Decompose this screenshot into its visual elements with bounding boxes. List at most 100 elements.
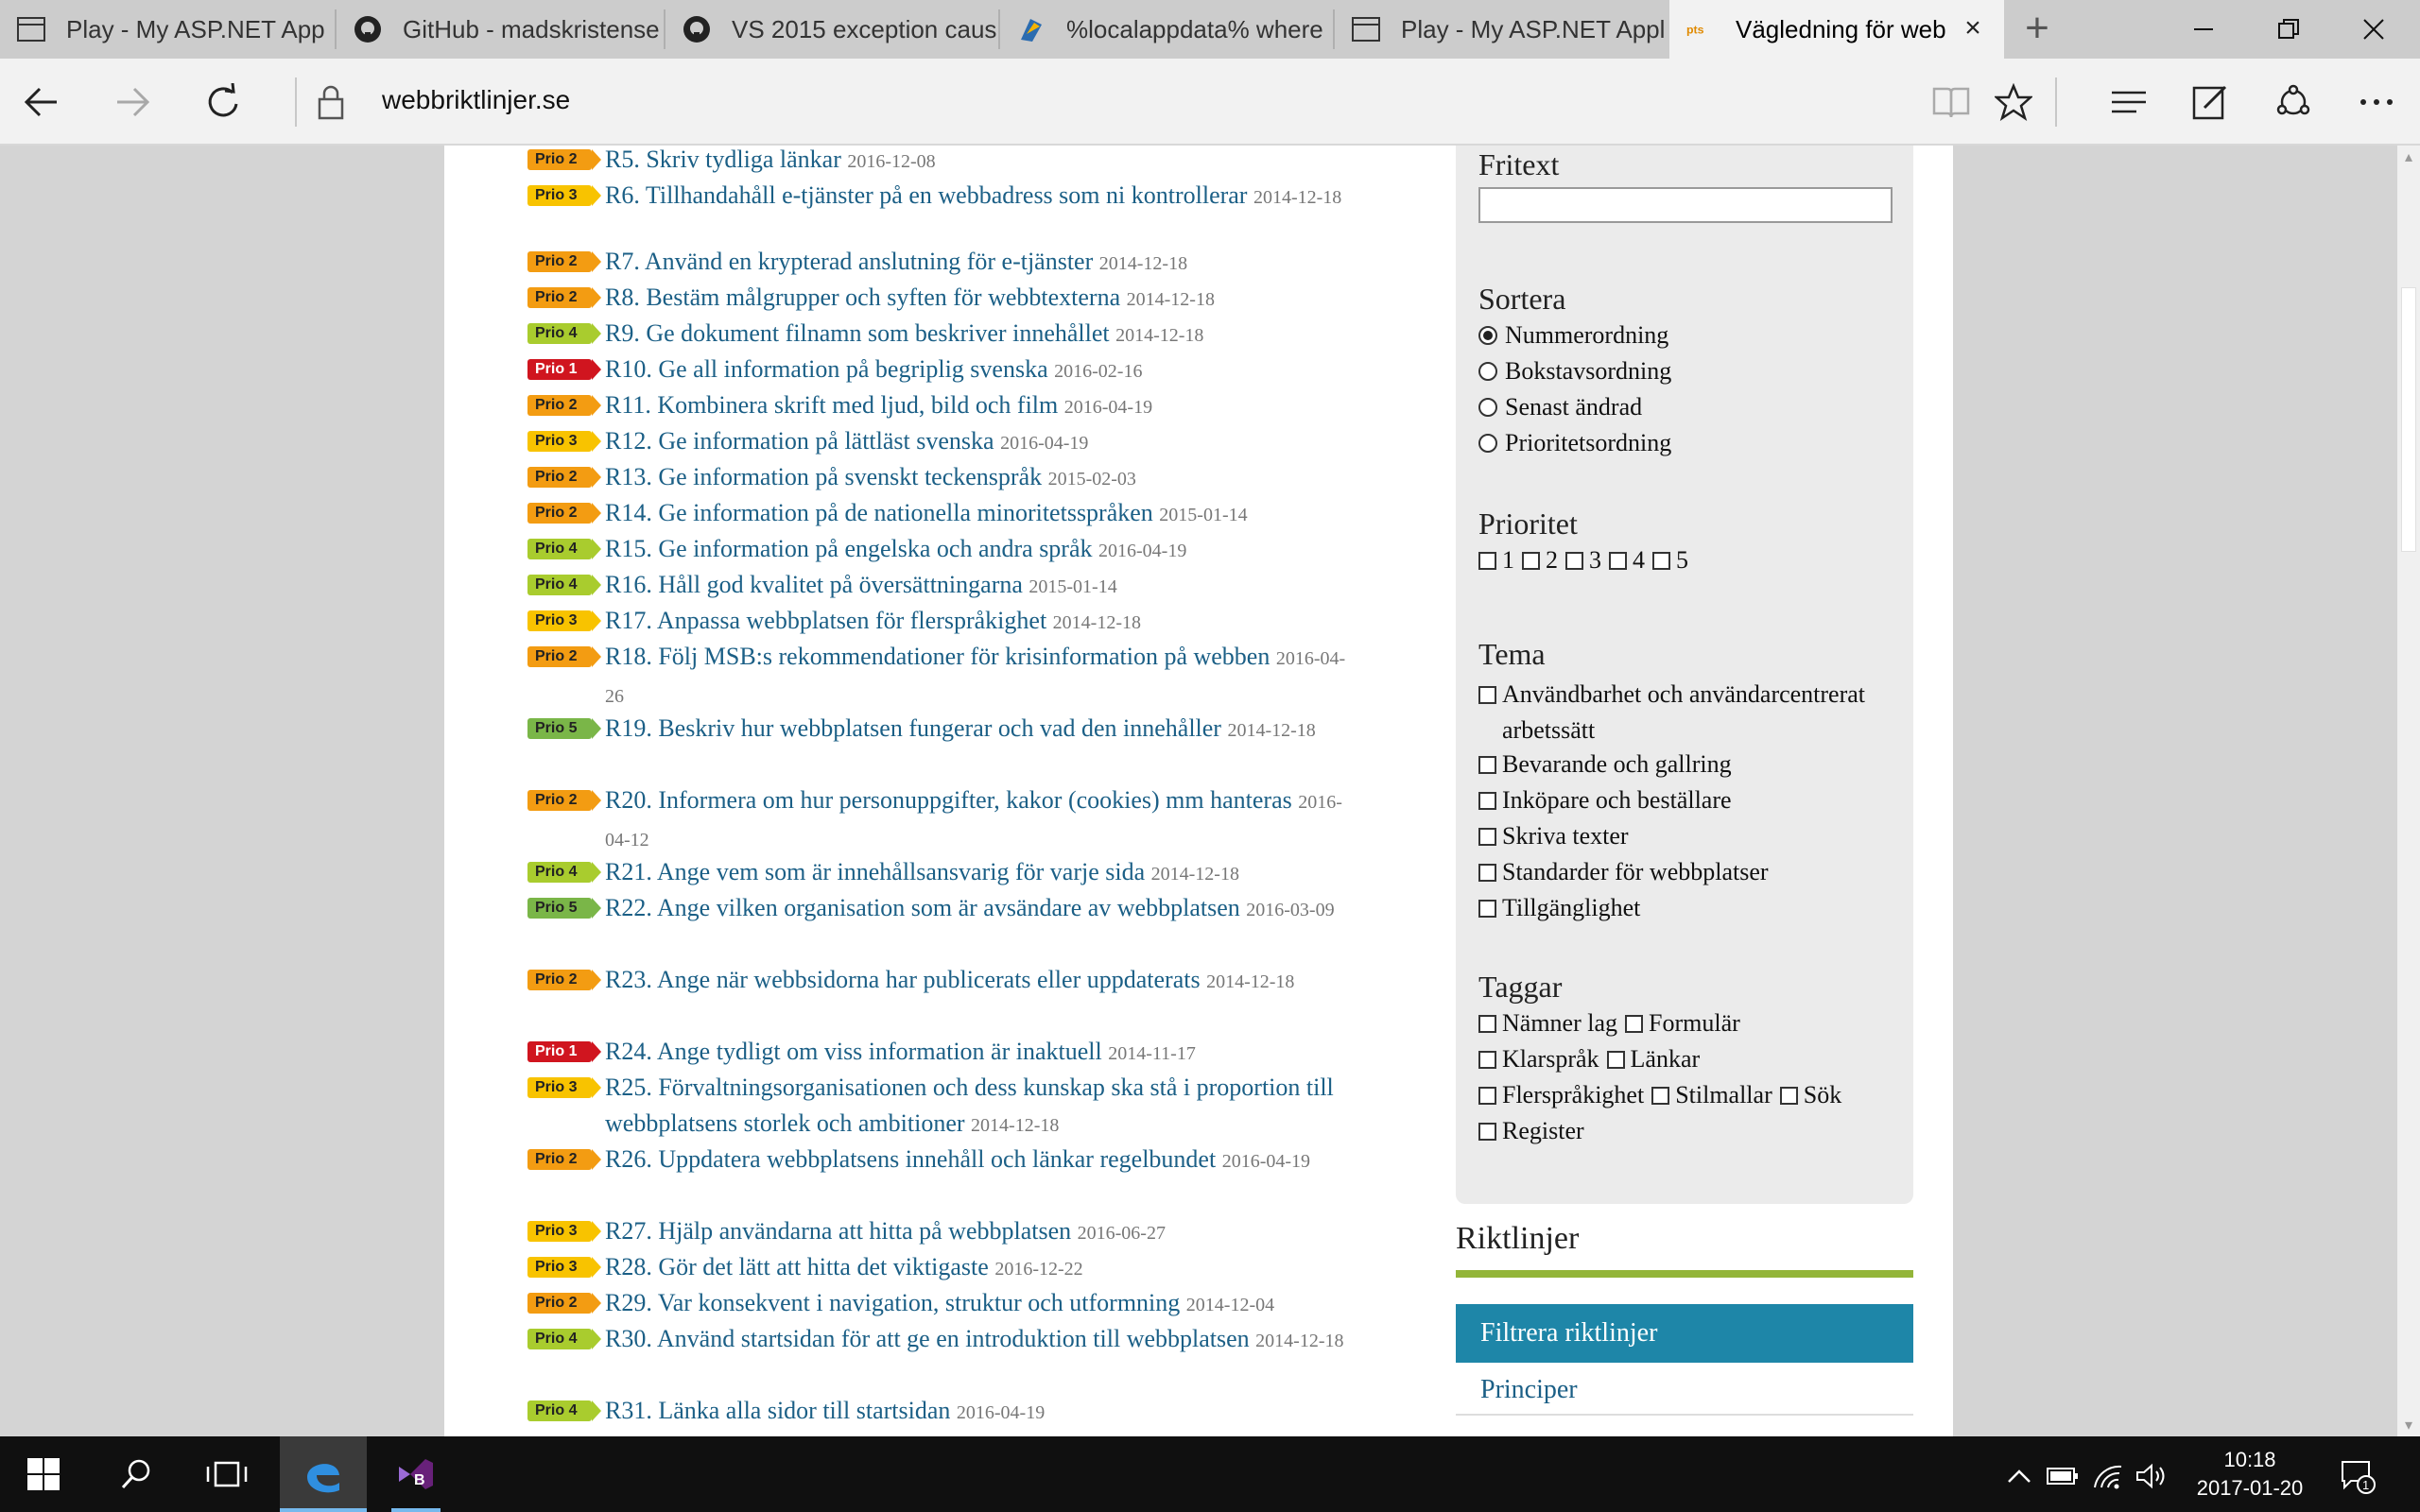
guideline-link[interactable]: R17. Anpassa webbplatsen för flerspråkig…	[605, 607, 1046, 634]
priority-option-5[interactable]: 5	[1652, 546, 1688, 575]
guideline-link[interactable]: R6. Tillhandahåll e-tjänster på en webba…	[605, 181, 1247, 209]
guideline-link[interactable]: R30. Använd startsidan för att ge en int…	[605, 1325, 1250, 1352]
tag-klarsprak[interactable]: Klarspråk	[1478, 1045, 1599, 1074]
tab-vagledning[interactable]: pts Vägledning för web ×	[1669, 0, 2004, 59]
checkbox[interactable]	[1478, 686, 1496, 704]
visual-studio-icon[interactable]: B	[372, 1436, 459, 1512]
scroll-down-icon[interactable]: ▾	[2399, 1416, 2418, 1435]
guideline-link[interactable]: R22. Ange vilken organisation som är avs…	[605, 894, 1240, 921]
checkbox[interactable]	[1522, 551, 1540, 570]
close-tab-icon[interactable]: ×	[1959, 14, 1987, 43]
guideline-link[interactable]: R7. Använd en krypterad anslutning för e…	[605, 248, 1093, 275]
guideline-link[interactable]: R31. Länka alla sidor till startsidan	[605, 1397, 950, 1424]
scroll-thumb[interactable]	[2401, 287, 2416, 552]
radio-button[interactable]	[1478, 434, 1497, 453]
sort-option-prioritet[interactable]: Prioritetsordning	[1478, 429, 1671, 457]
theme-option-bevarande[interactable]: Bevarande och gallring	[1478, 750, 1732, 779]
guideline-link[interactable]: R19. Beskriv hur webbplatsen fungerar oc…	[605, 714, 1221, 742]
search-icon[interactable]	[93, 1436, 180, 1512]
checkbox[interactable]	[1478, 1086, 1496, 1105]
checkbox[interactable]	[1478, 1050, 1496, 1069]
guideline-link[interactable]: R25. Förvaltningsorganisationen och dess…	[605, 1074, 1334, 1137]
tag-stilmallar[interactable]: Stilmallar	[1651, 1081, 1772, 1109]
guideline-link[interactable]: R26. Uppdatera webbplatsens innehåll och…	[605, 1145, 1216, 1173]
tab-play-1[interactable]: Play - My ASP.NET App	[0, 0, 335, 59]
guideline-link[interactable]: R15. Ge information på engelska och andr…	[605, 535, 1093, 562]
tag-flersprakighet[interactable]: Flerspråkighet	[1478, 1081, 1644, 1109]
checkbox[interactable]	[1609, 551, 1627, 570]
guideline-link[interactable]: R21. Ange vem som är innehållsansvarig f…	[605, 858, 1145, 885]
principer-link[interactable]: Principer	[1456, 1365, 1913, 1416]
theme-option-standarder[interactable]: Standarder för webbplatser	[1478, 858, 1769, 886]
guideline-link[interactable]: R18. Följ MSB:s rekommendationer för kri…	[605, 643, 1270, 670]
url-field[interactable]: webbriktlinjer.se	[382, 85, 570, 115]
tag-namner-lag[interactable]: Nämner lag	[1478, 1009, 1617, 1038]
guideline-link[interactable]: R5. Skriv tydliga länkar	[605, 146, 841, 173]
guideline-link[interactable]: R12. Ge information på lättläst svenska	[605, 427, 994, 455]
share-icon[interactable]	[2263, 72, 2324, 132]
checkbox[interactable]	[1478, 899, 1496, 918]
battery-icon[interactable]	[2044, 1457, 2082, 1495]
web-note-icon[interactable]	[2180, 72, 2240, 132]
theme-option-tillganglighet[interactable]: Tillgänglighet	[1478, 894, 1640, 922]
favorite-star-icon[interactable]	[1983, 72, 2044, 132]
theme-option-inkopare[interactable]: Inköpare och beställare	[1478, 786, 1732, 815]
radio-button[interactable]	[1478, 362, 1497, 381]
guideline-link[interactable]: R23. Ange när webbsidorna har publicerat…	[605, 966, 1201, 993]
checkbox[interactable]	[1625, 1014, 1644, 1033]
checkbox[interactable]	[1565, 551, 1583, 570]
minimize-button[interactable]	[2161, 0, 2246, 59]
restore-button[interactable]	[2246, 0, 2331, 59]
checkbox[interactable]	[1652, 551, 1670, 570]
checkbox[interactable]	[1651, 1086, 1670, 1105]
guideline-link[interactable]: R29. Var konsekvent i navigation, strukt…	[605, 1289, 1180, 1316]
checkbox[interactable]	[1478, 755, 1496, 774]
refresh-button[interactable]	[193, 72, 253, 132]
sort-option-nummer[interactable]: Nummerordning	[1478, 321, 1668, 350]
sort-option-bokstav[interactable]: Bokstavsordning	[1478, 357, 1671, 386]
checkbox[interactable]	[1606, 1050, 1625, 1069]
new-tab-button[interactable]: +	[2014, 6, 2061, 53]
tab-localappdata[interactable]: %localappdata% where	[1000, 0, 1333, 59]
scroll-up-icon[interactable]: ▴	[2399, 147, 2418, 166]
tag-sok[interactable]: Sök	[1779, 1081, 1841, 1109]
close-window-button[interactable]	[2331, 0, 2416, 59]
priority-option-4[interactable]: 4	[1609, 546, 1645, 575]
theme-option-anvandbarhet[interactable]: Användbarhet och användarcentrerat arbet…	[1478, 677, 1894, 748]
wifi-icon[interactable]	[2089, 1457, 2127, 1495]
guideline-link[interactable]: R9. Ge dokument filnamn som beskriver in…	[605, 319, 1110, 347]
start-button[interactable]	[0, 1436, 87, 1512]
tag-lankar[interactable]: Länkar	[1606, 1045, 1700, 1074]
guideline-link[interactable]: R13. Ge information på svenskt teckenspr…	[605, 463, 1042, 490]
tab-github-2[interactable]: VS 2015 exception caus	[666, 0, 998, 59]
volume-icon[interactable]	[2133, 1457, 2170, 1495]
task-view-icon[interactable]	[183, 1436, 270, 1512]
radio-button[interactable]	[1478, 398, 1497, 417]
theme-option-skriva[interactable]: Skriva texter	[1478, 822, 1629, 850]
checkbox[interactable]	[1478, 1122, 1496, 1141]
back-button[interactable]	[11, 72, 72, 132]
checkbox[interactable]	[1478, 827, 1496, 846]
system-clock[interactable]: 10:18 2017-01-20	[2174, 1446, 2325, 1503]
chevron-up-icon[interactable]	[2000, 1457, 2038, 1495]
reading-view-icon[interactable]	[1921, 72, 1981, 132]
sort-option-senast[interactable]: Senast ändrad	[1478, 393, 1642, 421]
edge-taskbar-icon[interactable]	[280, 1436, 367, 1512]
checkbox[interactable]	[1478, 1014, 1496, 1033]
priority-option-1[interactable]: 1	[1478, 546, 1514, 575]
guideline-link[interactable]: R11. Kombinera skrift med ljud, bild och…	[605, 391, 1058, 419]
forward-button[interactable]	[102, 72, 163, 132]
scrollbar[interactable]: ▴ ▾	[2397, 146, 2420, 1436]
tag-register[interactable]: Register	[1478, 1117, 1584, 1145]
more-icon[interactable]	[2346, 72, 2407, 132]
guideline-link[interactable]: R28. Gör det lätt att hitta det viktigas…	[605, 1253, 989, 1280]
guideline-link[interactable]: R16. Håll god kvalitet på översättningar…	[605, 571, 1023, 598]
guideline-link[interactable]: R8. Bestäm målgrupper och syften för web…	[605, 284, 1120, 311]
tab-play-2[interactable]: Play - My ASP.NET Appl	[1335, 0, 1668, 59]
guideline-link[interactable]: R10. Ge all information på begriplig sve…	[605, 355, 1048, 383]
priority-option-2[interactable]: 2	[1522, 546, 1558, 575]
guideline-link[interactable]: R27. Hjälp användarna att hitta på webbp…	[605, 1217, 1071, 1245]
fritext-input[interactable]	[1478, 187, 1893, 223]
checkbox[interactable]	[1478, 863, 1496, 882]
radio-button[interactable]	[1478, 326, 1497, 345]
